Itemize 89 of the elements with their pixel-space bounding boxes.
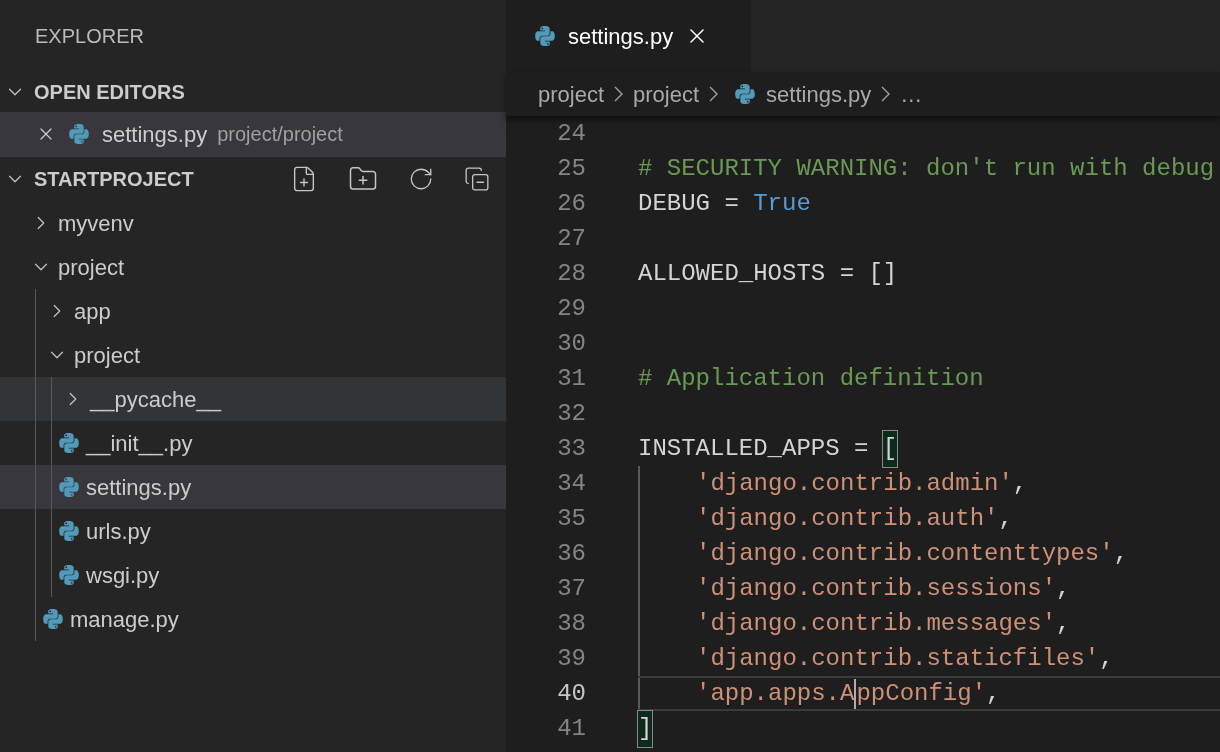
line-number: 33 xyxy=(556,433,586,464)
code-token: DEBUG = xyxy=(638,188,740,219)
python-icon xyxy=(58,520,80,542)
line-number: 24 xyxy=(556,118,586,149)
tree-item[interactable]: wsgi.py xyxy=(0,553,506,597)
code-token: , xyxy=(1113,538,1129,569)
code-token: ALLOWED_HOSTS = [] xyxy=(638,258,898,289)
code-token: , xyxy=(1099,643,1114,674)
code-token: 'django.contrib.staticfiles' xyxy=(696,643,1100,674)
code-token: 'django.contrib.messages' xyxy=(696,608,1057,639)
line-number: 40 xyxy=(556,678,586,709)
code-token: True xyxy=(753,188,811,219)
tree-item[interactable]: manage.py xyxy=(0,597,506,641)
section-title: OPEN EDITORS xyxy=(34,80,185,105)
section-header[interactable]: STARTPROJECT xyxy=(0,157,506,201)
tree-item[interactable]: settings.py xyxy=(0,465,506,509)
python-icon xyxy=(534,25,556,47)
code-token: , xyxy=(998,503,1013,534)
code-token: ] xyxy=(638,710,653,747)
tree-item[interactable]: urls.py xyxy=(0,509,506,553)
code-token: , xyxy=(1056,573,1071,604)
section-title: STARTPROJECT xyxy=(34,167,194,192)
code-token: # SECURITY WARNING: don't run with debug xyxy=(638,153,1215,184)
code-token: INSTALLED_APPS = xyxy=(638,433,870,464)
tree-item[interactable]: project xyxy=(0,333,506,377)
line-number: 36 xyxy=(556,538,586,569)
file-path: project/project xyxy=(217,122,343,147)
python-icon xyxy=(58,564,80,586)
sidebar-title: EXPLORER xyxy=(35,24,144,49)
code-token: 'django.contrib.contenttypes' xyxy=(696,538,1114,569)
tab-label: settings.py xyxy=(568,22,674,51)
line-number: 37 xyxy=(556,573,586,604)
tree-item-label: settings.py xyxy=(86,473,192,502)
chevron-right-icon xyxy=(614,86,624,102)
code-token: , xyxy=(1056,608,1071,639)
line-number: 39 xyxy=(556,643,586,674)
collapse-all-icon[interactable] xyxy=(464,166,490,192)
line-number: 35 xyxy=(556,503,586,534)
chevron-right-icon xyxy=(881,86,891,102)
line-number: 31 xyxy=(556,363,586,394)
code-token: ppConfig' xyxy=(856,678,987,709)
line-number: 30 xyxy=(556,328,586,359)
chevron-right-icon xyxy=(709,86,719,102)
line-number: 28 xyxy=(556,258,586,289)
tree-item-label: project xyxy=(74,341,141,370)
line-number: 34 xyxy=(556,468,586,499)
tree-item-label: __init__.py xyxy=(86,429,193,458)
breadcrumb-item[interactable]: project xyxy=(633,77,700,111)
line-number: 32 xyxy=(556,398,586,429)
editor-tab[interactable]: settings.py xyxy=(506,0,751,72)
tree-item[interactable]: app xyxy=(0,289,506,333)
python-icon xyxy=(68,123,90,145)
refresh-icon[interactable] xyxy=(408,166,434,192)
tree-item-label: wsgi.py xyxy=(86,561,160,590)
tree-item-label: app xyxy=(74,297,111,326)
python-icon xyxy=(734,83,757,105)
line-number: 41 xyxy=(556,713,586,744)
line-number: 29 xyxy=(556,293,586,324)
breadcrumb-item[interactable]: … xyxy=(900,77,923,111)
code-token: 'django.contrib.sessions' xyxy=(696,573,1057,604)
line-number: 38 xyxy=(556,608,586,639)
tree-item[interactable]: __pycache__ xyxy=(0,377,506,421)
text-cursor xyxy=(854,678,857,709)
tree-item-label: project xyxy=(58,253,125,282)
tree-item-label: manage.py xyxy=(70,605,179,634)
section-header[interactable]: OPEN EDITORS xyxy=(0,72,506,112)
tree-item-label: __pycache__ xyxy=(90,385,221,414)
code-token: , xyxy=(1012,468,1028,499)
line-number: 25 xyxy=(556,153,586,184)
open-editor-item[interactable]: settings.py project/project xyxy=(0,112,506,156)
python-icon xyxy=(58,432,80,454)
python-icon xyxy=(42,608,64,630)
breadcrumb-item[interactable]: settings.py xyxy=(766,77,872,111)
tree-item-label: urls.py xyxy=(86,517,151,546)
code-token: , xyxy=(986,678,1001,709)
tree-item-label: myvenv xyxy=(58,209,134,238)
breadcrumb-item[interactable]: project xyxy=(538,77,605,111)
tree-item[interactable]: __init__.py xyxy=(0,421,506,465)
line-number: 26 xyxy=(556,188,586,219)
code-token: 'django.contrib.admin' xyxy=(696,468,1013,499)
code-token: # Application definition xyxy=(638,363,984,394)
python-icon xyxy=(58,476,80,498)
tree-item[interactable]: project xyxy=(0,245,506,289)
line-number: 27 xyxy=(556,223,586,254)
file-name: settings.py xyxy=(102,120,208,149)
code-token: 'django.contrib.auth' xyxy=(696,503,999,534)
code-token: [ xyxy=(882,430,898,467)
code-token: 'app.apps.A xyxy=(696,678,855,709)
tree-item[interactable]: myvenv xyxy=(0,201,506,245)
